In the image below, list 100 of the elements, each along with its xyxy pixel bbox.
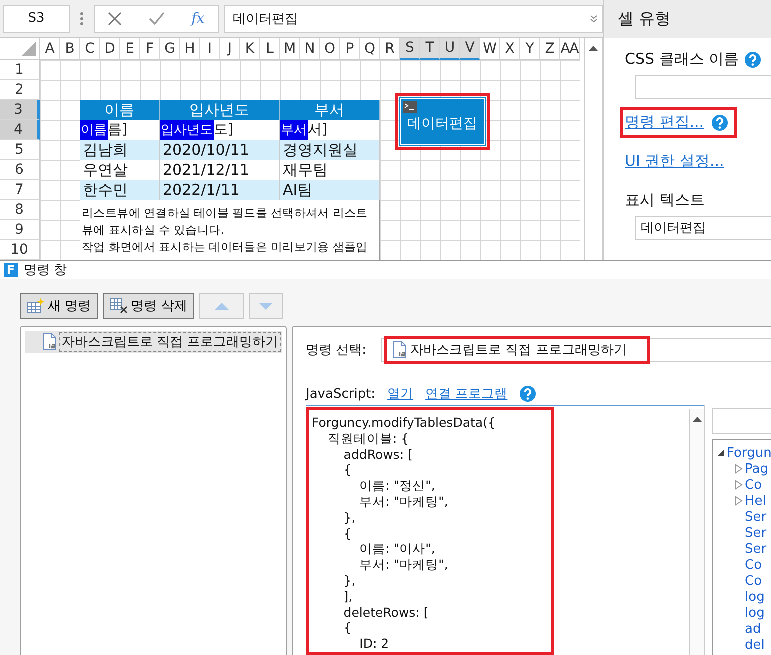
code-line: }, — [342, 572, 357, 589]
column-header[interactable]: N — [300, 38, 320, 60]
scroll-up-icon[interactable] — [589, 46, 598, 51]
field-label: CSS 클래스 이름 — [625, 50, 740, 69]
column-header[interactable]: C — [80, 38, 100, 60]
scroll-up-icon[interactable] — [692, 417, 702, 422]
tree-item[interactable]: Ser — [735, 541, 771, 557]
row-header[interactable]: 2 — [0, 80, 40, 100]
row-header[interactable]: 10 — [0, 240, 40, 260]
new-table-icon — [27, 298, 45, 314]
column-header[interactable]: G — [160, 38, 180, 60]
code-line: ID: 2 — [358, 636, 390, 652]
tree-item[interactable]: Ser — [735, 509, 771, 525]
column-header[interactable]: S — [400, 38, 420, 60]
column-header[interactable]: T — [420, 38, 440, 60]
column-header[interactable]: K — [240, 38, 260, 60]
column-header[interactable]: Y — [520, 38, 540, 60]
button-label[interactable]: 데이터편집 — [408, 114, 478, 132]
column-header[interactable]: H — [180, 38, 200, 60]
table-header-cell: 입사년도 — [160, 100, 280, 120]
binding-placeholder-text: 서] — [308, 121, 328, 139]
field-label: JavaScript: — [306, 386, 376, 402]
vertical-scrollbar[interactable] — [584, 38, 603, 260]
column-header[interactable]: Z — [540, 38, 560, 60]
tree-item[interactable]: ad — [735, 621, 771, 637]
up-arrow-icon — [214, 302, 229, 310]
cancel-icon[interactable] — [108, 12, 122, 26]
sheet-button[interactable]: 데이터편집 — [400, 98, 485, 145]
binding-placeholder-text: 름] — [108, 121, 128, 139]
column-header[interactable]: A — [40, 38, 60, 60]
row-header[interactable]: 7 — [0, 180, 40, 200]
row-header[interactable]: 6 — [0, 160, 40, 180]
collapsed-arrow-icon[interactable] — [735, 496, 743, 506]
collapsed-arrow-icon[interactable] — [735, 464, 743, 474]
display-text-input[interactable]: 데이터편집 — [635, 216, 771, 240]
help-icon[interactable] — [745, 52, 762, 68]
editor-link[interactable]: 연결 프로그램 — [426, 385, 508, 403]
column-header[interactable]: W — [480, 38, 500, 60]
tree-item[interactable]: Hel — [735, 493, 771, 509]
vertical-scrollbar[interactable] — [689, 409, 704, 655]
command-list-item[interactable]: 자바스크립트로 직접 프로그래밍하기 — [25, 331, 282, 353]
binding-placeholder-text: 도] — [214, 121, 234, 139]
code-line: Forguncy.modifyTablesData({ — [312, 415, 497, 431]
new-command-button[interactable]: 새 명령 — [20, 293, 98, 319]
column-header[interactable]: I — [200, 38, 220, 60]
column-header[interactable]: L — [260, 38, 280, 60]
formula-text: 데이터편집 — [233, 10, 298, 28]
tree-item[interactable]: Pag — [735, 461, 771, 477]
code-editor[interactable]: Forguncy.modifyTablesData({ 직원테이블: { addRows: [ { 이름: "정신", 부서: "마케팅", }, { 이름: "이사", 부서: "마케팅", }, ], deleteRows: [ { ID: 2 — [306, 405, 705, 655]
select-all-icon[interactable] — [22, 42, 36, 56]
tree-item[interactable]: log — [735, 589, 771, 605]
column-header[interactable]: AA — [560, 38, 580, 60]
expanded-arrow-icon[interactable] — [717, 449, 725, 457]
formula-field[interactable]: 데이터편집 — [224, 4, 603, 32]
column-header[interactable]: R — [380, 38, 400, 60]
drag-handle-icon[interactable] — [80, 12, 84, 26]
column-header[interactable]: P — [340, 38, 360, 60]
column-header[interactable]: X — [500, 38, 520, 60]
column-header[interactable]: D — [100, 38, 120, 60]
api-search-field[interactable] — [712, 408, 771, 434]
help-icon[interactable] — [712, 114, 728, 130]
row-header[interactable]: 9 — [0, 220, 40, 240]
table-cell: AI팀 — [280, 180, 380, 200]
down-arrow-icon — [259, 302, 274, 310]
tree-item[interactable]: Forgun — [717, 445, 771, 461]
tree-item[interactable]: log — [735, 605, 771, 621]
row-header[interactable]: 5 — [0, 140, 40, 160]
column-header[interactable]: B — [60, 38, 80, 60]
expand-chevron-icon[interactable] — [590, 14, 598, 22]
command-select-field[interactable]: 자바스크립트로 직접 프로그래밍하기 — [380, 338, 771, 362]
column-header[interactable]: O — [320, 38, 340, 60]
panel-title: 셀 유형 — [604, 0, 771, 38]
column-header[interactable]: F — [140, 38, 160, 60]
table-header-cell: 이름 — [80, 100, 160, 120]
check-icon[interactable] — [148, 12, 165, 25]
column-header[interactable]: V — [460, 38, 480, 60]
collapsed-arrow-icon[interactable] — [735, 480, 743, 490]
script-file-icon — [43, 333, 57, 351]
tree-item[interactable]: Ser — [735, 525, 771, 541]
css-class-input[interactable] — [635, 75, 771, 99]
column-header[interactable]: U — [440, 38, 460, 60]
row-header[interactable]: 3 — [0, 100, 40, 120]
tree-item[interactable]: Co — [735, 477, 771, 493]
delete-command-button[interactable]: 명령 삭제 — [103, 293, 194, 319]
settings-link[interactable]: 명령 편집... — [625, 113, 704, 132]
row-header[interactable]: 8 — [0, 200, 40, 220]
tree-item[interactable]: Co — [735, 557, 771, 573]
column-header[interactable]: J — [220, 38, 240, 60]
column-header[interactable]: E — [120, 38, 140, 60]
row-header[interactable]: 4 — [0, 120, 40, 140]
column-header[interactable]: Q — [360, 38, 380, 60]
row-header[interactable]: 1 — [0, 60, 40, 80]
editor-link[interactable]: 열기 — [388, 385, 414, 403]
settings-link[interactable]: UI 권한 설정... — [625, 152, 724, 171]
help-icon[interactable] — [520, 386, 536, 402]
tree-item[interactable]: del — [735, 637, 771, 653]
tree-item[interactable]: Co — [735, 573, 771, 589]
column-header[interactable]: M — [280, 38, 300, 60]
insert-function-button[interactable]: fx — [192, 10, 205, 26]
cell-reference-field[interactable]: S3 — [3, 4, 70, 32]
